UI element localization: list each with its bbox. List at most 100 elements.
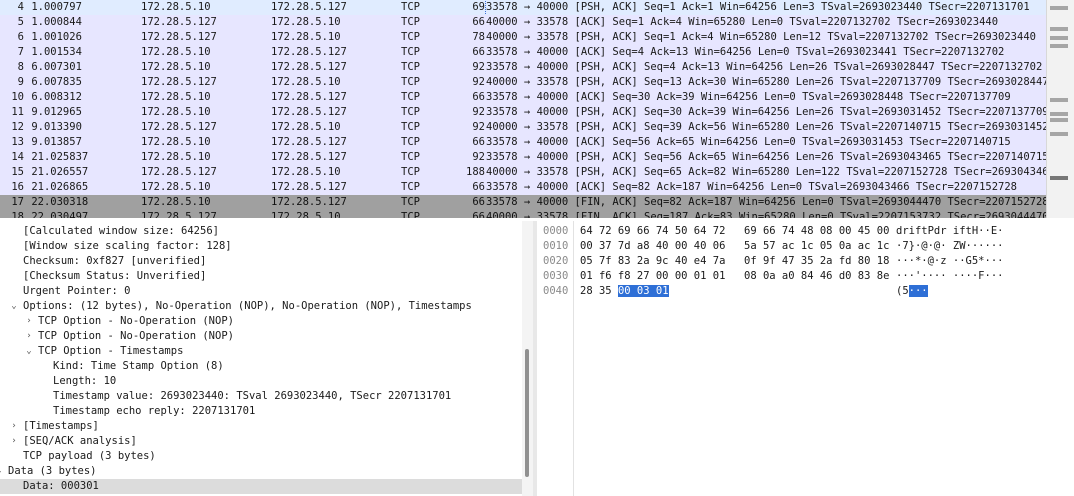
packet-no-time-cell: 17 22.030318 [0,195,100,210]
packet-row[interactable]: 11 9.012965 172.28.5.10 172.28.5.127 TCP 92 3… [0,105,1046,120]
packet-source: 172.28.5.10 [141,61,211,73]
packet-destination: 172.28.5.10 [271,166,341,178]
hex-bytes: 64 72 69 66 74 50 64 72 [580,225,726,237]
packet-protocol: TCP [401,121,420,133]
expanded-chevron-icon[interactable]: ⌄ [24,344,34,359]
packet-source: 172.28.5.10 [141,181,211,193]
tree-item[interactable]: › [SEQ/ACK analysis] [0,434,522,449]
expanded-chevron-icon[interactable]: ⌄ [9,299,19,314]
packet-destination: 172.28.5.127 [271,46,347,58]
packet-length: 188 [466,166,485,178]
minimap-mark [1050,6,1068,10]
collapsed-chevron-icon[interactable]: › [9,434,19,449]
packet-source: 172.28.5.127 [141,31,217,43]
packet-source: 172.28.5.10 [141,151,211,163]
tree-item-label: [Window size scaling factor: 128] [23,240,232,252]
hex-ascii: ···'···· ····F··· [896,270,1004,282]
packet-list[interactable]: 4 1.000797 172.28.5.10 172.28.5.127 TCP 69 33… [0,0,1074,218]
packet-destination: 172.28.5.10 [271,31,341,43]
tree-item[interactable]: [Checksum Status: Unverified] [0,269,522,284]
details-scrollbar[interactable] [522,221,533,496]
tree-item[interactable]: ⌄ Options: (12 bytes), No-Operation (NOP)… [0,299,522,314]
packet-length: 92 [472,76,485,88]
hex-bytes: 05 7f 83 2a 9c 40 e4 7a [580,255,726,267]
packet-row[interactable]: 17 22.030318 172.28.5.10 172.28.5.127 TCP 66… [0,195,1046,210]
tree-item[interactable]: Checksum: 0xf827 [unverified] [0,254,522,269]
packet-row[interactable]: 18 22.030497 172.28.5.127 172.28.5.10 TCP 66… [0,210,1046,218]
packet-row[interactable]: 15 21.026557 172.28.5.127 172.28.5.10 TCP 18… [0,165,1046,180]
packet-row[interactable]: 4 1.000797 172.28.5.10 172.28.5.127 TCP 69 33… [0,0,1047,16]
tree-item[interactable]: [Calculated window size: 64256] [0,224,522,239]
collapsed-chevron-icon[interactable]: › [24,314,34,329]
hex-ascii-selected: ··· [908,285,928,297]
packet-no-time-cell: 9 6.007835 [0,75,100,90]
packet-row[interactable]: 9 6.007835 172.28.5.127 172.28.5.10 TCP 92 40… [0,75,1046,90]
tree-item-label: Checksum: 0xf827 [unverified] [23,255,207,267]
tree-item-label: Length: 10 [53,375,117,387]
packet-row[interactable]: 14 21.025837 172.28.5.10 172.28.5.127 TCP 92… [0,150,1046,165]
packet-length: 66 [472,196,485,208]
tree-item[interactable]: › [Timestamps] [0,419,522,434]
packet-length: 92 [472,106,485,118]
tree-item[interactable]: Urgent Pointer: 0 [0,284,522,299]
packet-info: 33578 → 40000 [PSH, ACK] Seq=56 Ack=65 W… [486,151,1046,163]
tree-item[interactable]: ⌄ TCP Option - Timestamps [0,344,522,359]
tree-item[interactable]: Length: 10 [0,374,522,389]
packet-source: 172.28.5.10 [141,91,211,103]
hex-ascii-group: ···*·@·z ··G5*··· [896,254,1003,268]
minimap-mark [1050,132,1068,136]
tree-item[interactable]: › TCP Option - No-Operation (NOP) [0,314,522,329]
packet-protocol: TCP [401,106,420,118]
packet-length: 66 [472,211,485,218]
packet-details-pane[interactable]: [Calculated window size: 64256] [Window s… [0,221,533,496]
tree-item[interactable]: Timestamp value: 2693023440: TSval 26930… [0,389,522,404]
packet-protocol: TCP [401,91,420,103]
packet-number: 9 [17,76,24,88]
tree-item[interactable]: Kind: Time Stamp Option (8) [0,359,522,374]
hex-bytes-group-a: 28 35 00 03 01 [580,284,669,298]
tree-item[interactable]: [Window size scaling factor: 128] [0,239,522,254]
expanded-chevron-icon[interactable]: ⌄ [0,464,4,479]
minimap-mark [1050,44,1068,48]
packet-row[interactable]: 5 1.000844 172.28.5.127 172.28.5.10 TCP 66 40… [0,15,1046,30]
packet-length: 92 [472,151,485,163]
packet-row[interactable]: 16 21.026865 172.28.5.10 172.28.5.127 TCP 66… [0,180,1046,195]
packet-number: 10 [11,91,24,103]
packet-row[interactable]: 8 6.007301 172.28.5.10 172.28.5.127 TCP 92 33… [0,60,1046,75]
packet-time: 6.007835 [31,76,82,88]
packet-number: 4 [17,1,24,13]
tree-item-label: [Calculated window size: 64256] [23,225,219,237]
packet-time: 1.000844 [31,16,82,28]
hex-ascii: (5 [896,285,909,297]
packet-row[interactable]: 12 9.013390 172.28.5.127 172.28.5.10 TCP 92 4… [0,120,1046,135]
packet-row[interactable]: 10 6.008312 172.28.5.10 172.28.5.127 TCP 66 3… [0,90,1046,105]
packet-row[interactable]: 7 1.001534 172.28.5.10 172.28.5.127 TCP 66 33… [0,45,1046,60]
hex-ascii-group: driftPdr iftH··E· [896,224,1003,238]
tree-item-label: TCP Option - No-Operation (NOP) [38,330,234,342]
hex-bytes: 5a 57 ac 1c 05 0a ac 1c [744,240,890,252]
packet-number: 12 [11,121,24,133]
tree-item[interactable]: › TCP Option - No-Operation (NOP) [0,329,522,344]
details-scroll-thumb[interactable] [525,349,529,477]
packet-row[interactable]: 13 9.013857 172.28.5.10 172.28.5.127 TCP 66 3… [0,135,1046,150]
tree-item-label: TCP Option - Timestamps [38,345,184,357]
tree-item[interactable]: Timestamp echo reply: 2207131701 [0,404,522,419]
packet-list-scrollbar[interactable] [1046,0,1074,218]
packet-info: 33578 → 40000 [FIN, ACK] Seq=82 Ack=187 … [486,196,1046,208]
packet-protocol: TCP [401,16,420,28]
hex-bytes-group-a: 05 7f 83 2a 9c 40 e4 7a [580,254,725,268]
collapsed-chevron-icon[interactable]: › [24,329,34,344]
tree-item[interactable]: Data: 000301 [0,479,522,494]
packet-bytes-pane[interactable]: 0000 64 72 69 66 74 50 64 72 69 66 74 48 0… [537,221,1074,496]
tree-item[interactable]: ⌄ Data (3 bytes) [0,464,522,479]
collapsed-chevron-icon[interactable]: › [9,419,19,434]
packet-no-time-cell: 14 21.025837 [0,150,100,165]
packet-no-time-cell: 15 21.026557 [0,165,100,180]
minimap-mark [1050,118,1068,122]
packet-length: 69 [472,1,485,13]
tree-item[interactable]: TCP payload (3 bytes) [0,449,522,464]
packet-number: 17 [11,196,24,208]
hex-bytes-group-a: 01 f6 f8 27 00 00 01 01 [580,269,725,283]
hex-bytes: 00 37 7d a8 40 00 40 06 [580,240,726,252]
packet-row[interactable]: 6 1.001026 172.28.5.127 172.28.5.10 TCP 78 40… [0,30,1046,45]
